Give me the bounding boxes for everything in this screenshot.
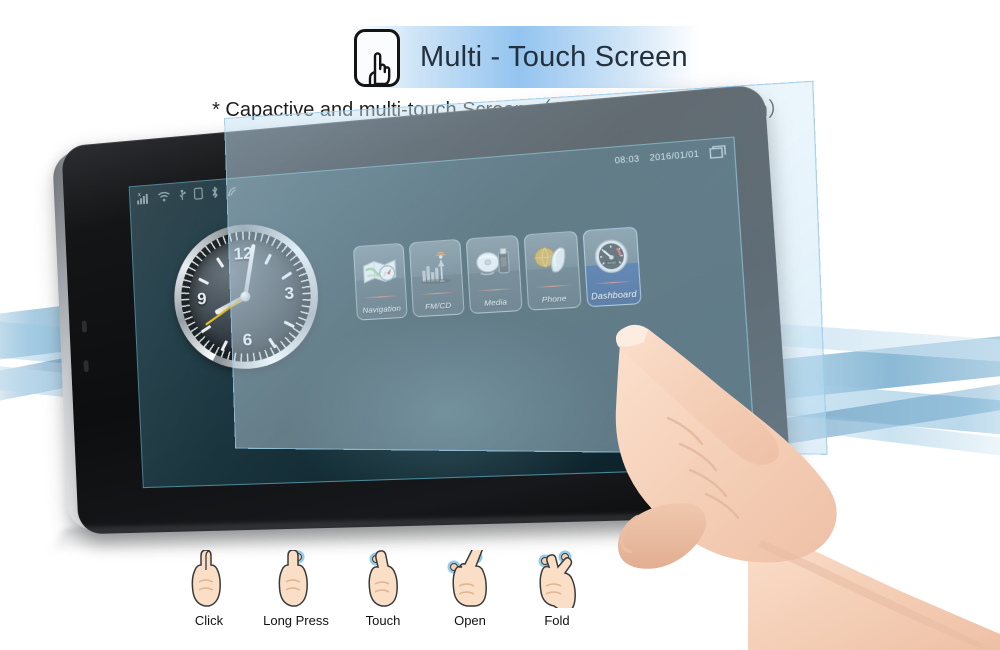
- gesture-open: Open: [429, 548, 511, 628]
- analog-clock-widget[interactable]: 12 3 6 9: [170, 219, 322, 373]
- clock-numeral-9: 9: [196, 288, 208, 309]
- speedometer-icon: 00000: [584, 235, 639, 277]
- app-tile-fmcd[interactable]: FM/CD: [408, 238, 465, 318]
- gesture-label: Open: [454, 613, 486, 628]
- svg-text:x: x: [138, 192, 141, 198]
- app-tile-label: Dashboard: [590, 289, 637, 302]
- app-tile-label: Navigation: [362, 303, 402, 316]
- tile-divider: [476, 288, 514, 292]
- bluetooth-icon: [211, 186, 220, 199]
- tile-divider: [419, 291, 456, 296]
- device-container: x 08:03 2016/01/01 12 3 6 9 Navigation F…: [52, 83, 794, 538]
- gesture-fold: Fold: [516, 548, 598, 628]
- usb-icon: [178, 189, 186, 202]
- globe-handset-icon: [525, 239, 579, 281]
- gesture-long-press: Long Press: [255, 548, 337, 628]
- gesture-label: Fold: [544, 613, 570, 628]
- app-tile-media[interactable]: Media: [465, 234, 523, 315]
- clock-tick: [263, 253, 272, 265]
- hand-fold-icon: [516, 548, 598, 608]
- map-icon: [354, 251, 405, 291]
- sim-card-icon: [194, 187, 204, 200]
- gesture-click: Click: [168, 548, 250, 628]
- hand-open-icon: [429, 548, 511, 608]
- touch-hand-icon: [354, 29, 400, 87]
- tile-divider: [363, 295, 400, 299]
- clock-tick: [197, 277, 209, 286]
- app-tile-label: Media: [483, 297, 508, 308]
- page-title: Multi - Touch Screen: [420, 40, 688, 73]
- app-tile-navigation[interactable]: Navigation: [352, 242, 408, 321]
- hand-click-icon: [168, 548, 250, 608]
- tile-divider: [534, 284, 573, 288]
- clock-tick: [200, 324, 211, 334]
- gesture-label: Touch: [365, 613, 401, 628]
- clock-tick: [282, 320, 295, 329]
- app-tile-phone[interactable]: Phone: [523, 230, 582, 311]
- svg-text:00000: 00000: [607, 261, 617, 265]
- clock-tick: [219, 340, 228, 352]
- device-screen[interactable]: x 08:03 2016/01/01 12 3 6 9 Navigation F…: [128, 136, 757, 489]
- clock-center-hub: [239, 291, 251, 302]
- app-tile-dashboard[interactable]: 00000 Dashboard: [582, 226, 642, 308]
- clock-second-hand: [205, 295, 246, 326]
- window-icon[interactable]: [709, 145, 726, 159]
- gesture-touch: Touch: [342, 548, 424, 628]
- gesture-label: Click: [194, 613, 224, 628]
- hand-touch-icon: [342, 548, 424, 608]
- gesture-label: Long Press: [263, 613, 329, 628]
- app-tile-row: Navigation FM/CD Media Phone 00000 Dashb…: [352, 226, 642, 321]
- title-badge: Multi - Touch Screen: [352, 26, 700, 88]
- radio-tower-icon: [410, 247, 462, 288]
- app-tile-label: Phone: [541, 293, 567, 305]
- clock-numeral-6: 6: [242, 329, 253, 350]
- status-bar-left-icons: x: [137, 184, 240, 205]
- clock-tick: [280, 271, 292, 281]
- hand-long-press-icon: [255, 548, 337, 608]
- status-bar-right: 08:03 2016/01/01: [614, 145, 726, 167]
- side-button-1[interactable]: [81, 320, 88, 333]
- disc-usb-icon: [467, 243, 519, 284]
- app-tile-label: FM/CD: [424, 300, 452, 312]
- gesture-legend: Click Long Press Touch Open Fold: [168, 548, 598, 628]
- clock-tick: [215, 257, 224, 269]
- gps-icon: [227, 184, 240, 197]
- signal-bars-icon: x: [137, 192, 149, 205]
- status-date: 2016/01/01: [649, 148, 700, 163]
- side-button-2[interactable]: [83, 360, 89, 373]
- screen-glow: [277, 292, 627, 489]
- wifi-icon: [157, 190, 170, 201]
- status-time: 08:03: [614, 153, 640, 166]
- tile-divider: [593, 280, 633, 285]
- clock-numeral-3: 3: [283, 283, 295, 304]
